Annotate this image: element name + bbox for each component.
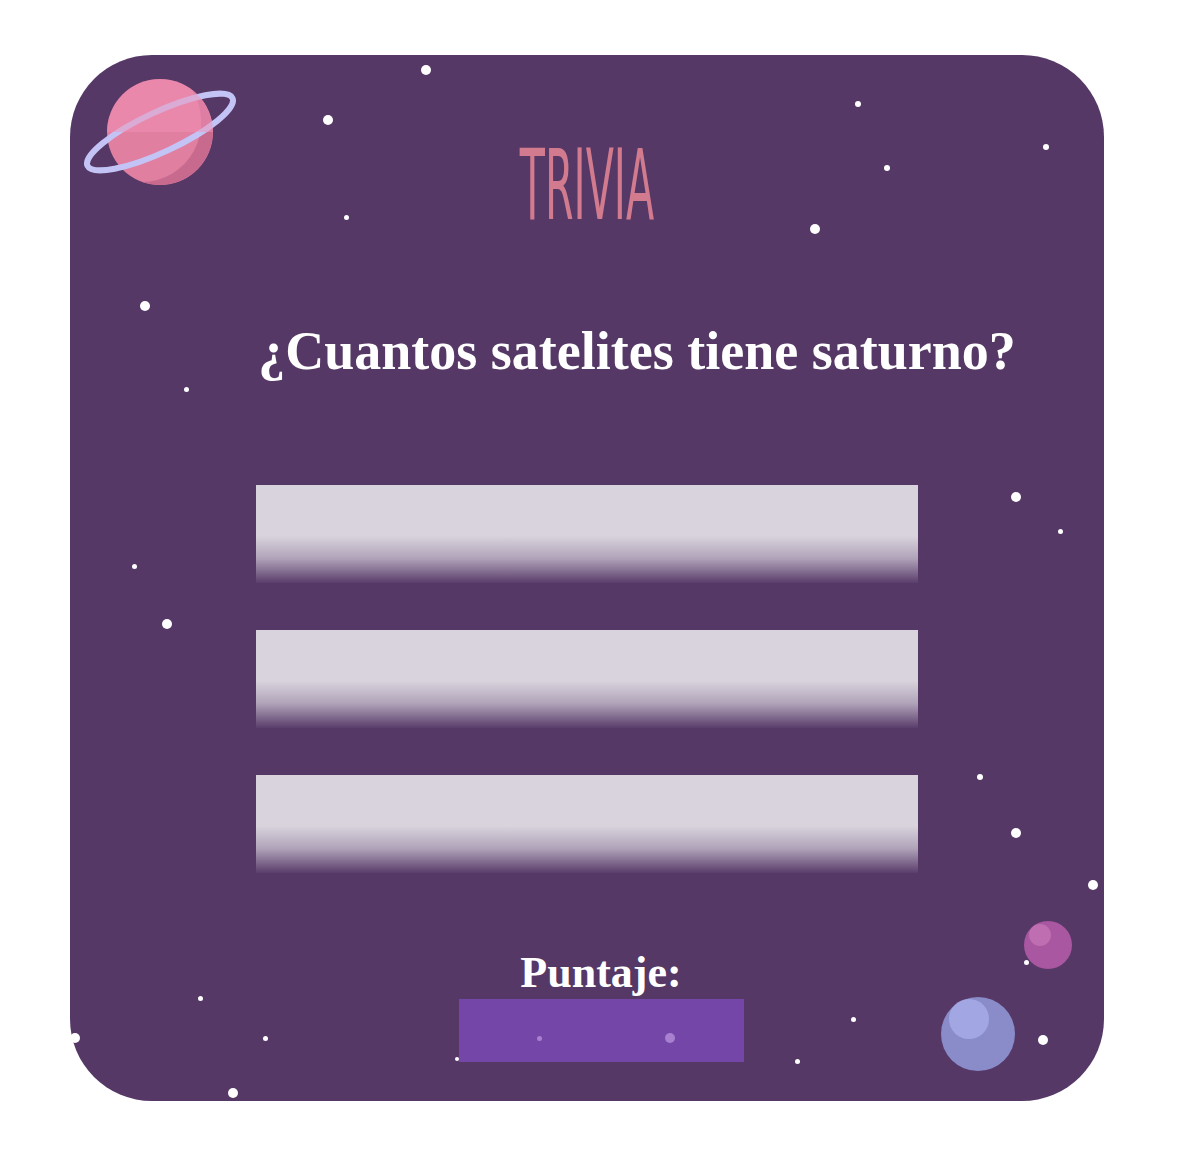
ringed-planet-icon	[82, 75, 252, 205]
title: TRIVIA	[520, 135, 654, 235]
answer-list	[256, 485, 918, 873]
star-icon	[855, 101, 861, 107]
star-icon	[1058, 529, 1063, 534]
star-icon	[198, 996, 203, 1001]
answer-button[interactable]	[256, 630, 918, 728]
star-icon	[228, 1088, 238, 1098]
star-icon	[455, 1057, 459, 1061]
star-icon	[323, 115, 333, 125]
star-icon	[70, 1033, 80, 1043]
star-icon	[884, 165, 890, 171]
star-icon	[1038, 1035, 1048, 1045]
star-icon	[184, 387, 189, 392]
answer-button[interactable]	[256, 775, 918, 873]
star-icon	[344, 215, 349, 220]
score-box	[459, 999, 744, 1062]
page: TRIVIA ¿Cuantos satelites tiene saturno? P…	[0, 0, 1185, 1160]
star-icon	[1011, 492, 1021, 502]
star-icon	[851, 1017, 856, 1022]
star-icon	[1088, 880, 1098, 890]
score-label: Puntaje:	[520, 947, 681, 999]
small-planet-icon	[1022, 919, 1074, 971]
blue-planet-icon	[939, 995, 1017, 1073]
star-icon	[140, 301, 150, 311]
star-icon	[795, 1059, 800, 1064]
answer-button[interactable]	[256, 485, 918, 583]
question: ¿Cuantos satelites tiene saturno?	[158, 319, 1015, 383]
star-icon	[810, 224, 820, 234]
score-dot	[537, 1036, 542, 1041]
star-icon	[977, 774, 983, 780]
star-icon	[263, 1036, 268, 1041]
star-icon	[421, 65, 431, 75]
star-icon	[1011, 828, 1021, 838]
star-icon	[1024, 960, 1029, 965]
trivia-card: TRIVIA ¿Cuantos satelites tiene saturno? P…	[70, 55, 1104, 1101]
score-dot	[665, 1033, 675, 1043]
star-icon	[132, 564, 137, 569]
star-icon	[162, 619, 172, 629]
star-icon	[1043, 144, 1049, 150]
